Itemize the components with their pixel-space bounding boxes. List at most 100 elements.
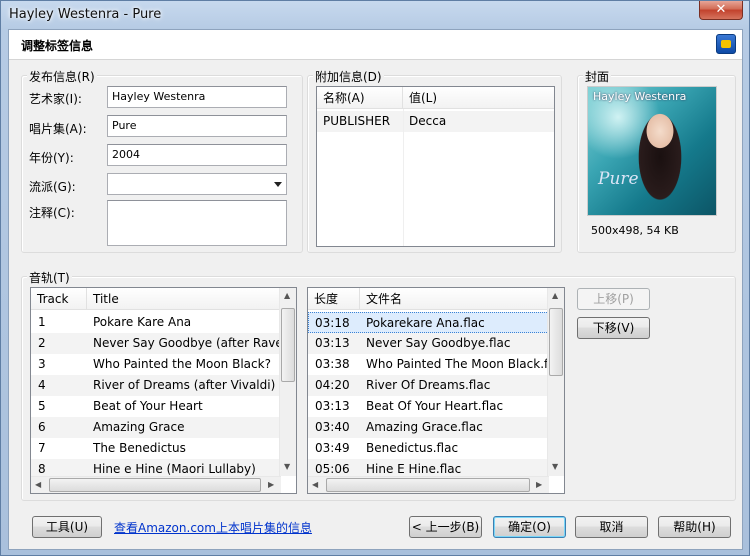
- extra-list-header: 名称(A) 值(L): [317, 87, 554, 109]
- dialog-client: 调整标签信息 发布信息(R) 艺术家(I): Hayley Westenra 唱…: [8, 29, 743, 550]
- app-icon: [716, 34, 736, 54]
- track-number: 6: [38, 420, 46, 434]
- file-row[interactable]: 03:40 Amazing Grace.flac: [308, 417, 549, 438]
- track-number: 2: [38, 336, 46, 350]
- extra-row-value: Decca: [409, 114, 447, 128]
- album-field[interactable]: Pure: [107, 115, 287, 137]
- move-down-button[interactable]: 下移(V): [577, 317, 650, 339]
- back-button[interactable]: < 上一步(B): [409, 516, 482, 538]
- move-up-button[interactable]: 上移(P): [577, 288, 650, 310]
- file-row[interactable]: 05:06 Hine E Hine.flac: [308, 459, 549, 476]
- file-name: Amazing Grace.flac: [366, 420, 483, 434]
- tools-button[interactable]: 工具(U): [32, 516, 102, 538]
- scroll-left-icon[interactable]: ◀: [312, 480, 318, 489]
- scroll-thumb[interactable]: [281, 308, 295, 382]
- genre-label: 流派(G):: [29, 180, 76, 194]
- scroll-thumb[interactable]: [326, 478, 530, 492]
- track-title: River of Dreams (after Vivaldi): [93, 378, 276, 392]
- scroll-thumb[interactable]: [549, 308, 563, 376]
- tracks-list[interactable]: Track Title 1 Pokare Kare Ana 2 Never Say …: [30, 287, 297, 494]
- column-header-filename[interactable]: 文件名: [360, 288, 549, 310]
- file-name: Beat Of Your Heart.flac: [366, 399, 504, 413]
- track-title: The Benedictus: [93, 441, 186, 455]
- scroll-up-icon[interactable]: ▲: [552, 291, 558, 300]
- dialog-window: Hayley Westenra - Pure ✕ 调整标签信息 发布信息(R) …: [0, 0, 750, 556]
- file-length: 03:13: [315, 399, 350, 413]
- cover-label: 封面: [583, 68, 612, 85]
- track-row[interactable]: 4 River of Dreams (after Vivaldi): [31, 375, 281, 396]
- extra-row[interactable]: PUBLISHER Decca: [317, 111, 554, 132]
- cancel-button[interactable]: 取消: [575, 516, 648, 538]
- file-length: 03:13: [315, 336, 350, 350]
- files-list-header: 长度 文件名: [308, 288, 549, 310]
- comment-field[interactable]: [107, 200, 287, 246]
- album-cover-image[interactable]: Hayley Westenra Pure: [587, 86, 717, 216]
- files-vertical-scrollbar[interactable]: ▲ ▼: [547, 288, 564, 476]
- column-divider: [403, 109, 404, 246]
- extra-info-list[interactable]: 名称(A) 值(L) PUBLISHER Decca: [316, 86, 555, 247]
- track-number: 5: [38, 399, 46, 413]
- track-row[interactable]: 3 Who Painted the Moon Black?: [31, 354, 281, 375]
- artist-field[interactable]: Hayley Westenra: [107, 86, 287, 108]
- cover-artist-text: Hayley Westenra: [593, 90, 687, 103]
- track-number: 3: [38, 357, 46, 371]
- tracks-horizontal-scrollbar[interactable]: ◀ ▶: [31, 476, 281, 493]
- scroll-thumb[interactable]: [49, 478, 261, 492]
- scroll-up-icon[interactable]: ▲: [284, 291, 290, 300]
- page-title: 调整标签信息: [21, 39, 94, 53]
- window-title: Hayley Westenra - Pure: [9, 7, 162, 22]
- title-bar[interactable]: Hayley Westenra - Pure ✕: [1, 1, 749, 29]
- track-row[interactable]: 6 Amazing Grace: [31, 417, 281, 438]
- file-name: Benedictus.flac: [366, 441, 459, 455]
- file-row[interactable]: 04:20 River Of Dreams.flac: [308, 375, 549, 396]
- files-list[interactable]: 长度 文件名 03:18 Pokarekare Ana.flac 03:13 Nev…: [307, 287, 565, 494]
- track-title: Never Say Goodbye (after Ravel: [93, 336, 281, 350]
- file-row[interactable]: 03:13 Beat Of Your Heart.flac: [308, 396, 549, 417]
- track-row[interactable]: 8 Hine e Hine (Maori Lullaby): [31, 459, 281, 476]
- file-length: 05:06: [315, 462, 350, 476]
- track-title: Beat of Your Heart: [93, 399, 203, 413]
- file-row[interactable]: 03:18 Pokarekare Ana.flac: [308, 312, 549, 333]
- scroll-right-icon[interactable]: ▶: [268, 480, 274, 489]
- ok-button[interactable]: 确定(O): [493, 516, 566, 538]
- track-row[interactable]: 2 Never Say Goodbye (after Ravel: [31, 333, 281, 354]
- file-name: Hine E Hine.flac: [366, 462, 462, 476]
- scroll-right-icon[interactable]: ▶: [536, 480, 542, 489]
- column-header-name[interactable]: 名称(A): [317, 87, 403, 109]
- column-header-track[interactable]: Track: [31, 288, 87, 310]
- file-name: River Of Dreams.flac: [366, 378, 491, 392]
- cover-info: 500x498, 54 KB: [591, 224, 679, 237]
- file-name: Pokarekare Ana.flac: [366, 316, 485, 330]
- extra-info-label: 附加信息(D): [313, 68, 384, 85]
- file-length: 03:40: [315, 420, 350, 434]
- year-field[interactable]: 2004: [107, 144, 287, 166]
- chevron-down-icon[interactable]: [274, 182, 282, 187]
- file-length: 03:38: [315, 357, 350, 371]
- tracks-vertical-scrollbar[interactable]: ▲ ▼: [279, 288, 296, 476]
- track-number: 8: [38, 462, 46, 476]
- column-header-length[interactable]: 长度: [308, 288, 360, 310]
- close-button[interactable]: ✕: [699, 1, 743, 20]
- amazon-info-link[interactable]: 查看Amazon.com上本唱片集的信息: [114, 519, 312, 536]
- publish-info-label: 发布信息(R): [27, 68, 97, 85]
- file-row[interactable]: 03:38 Who Painted The Moon Black.f: [308, 354, 549, 375]
- files-horizontal-scrollbar[interactable]: ◀ ▶: [308, 476, 549, 493]
- scroll-down-icon[interactable]: ▼: [284, 462, 290, 471]
- track-row[interactable]: 7 The Benedictus: [31, 438, 281, 459]
- column-header-title[interactable]: Title: [87, 288, 281, 310]
- header-band: 调整标签信息: [9, 30, 742, 60]
- help-button[interactable]: 帮助(H): [658, 516, 731, 538]
- file-row[interactable]: 03:13 Never Say Goodbye.flac: [308, 333, 549, 354]
- genre-select[interactable]: [107, 173, 287, 195]
- file-length: 03:18: [315, 316, 350, 330]
- scroll-left-icon[interactable]: ◀: [35, 480, 41, 489]
- file-row[interactable]: 03:49 Benedictus.flac: [308, 438, 549, 459]
- track-title: Amazing Grace: [93, 420, 185, 434]
- track-row[interactable]: 5 Beat of Your Heart: [31, 396, 281, 417]
- column-header-value[interactable]: 值(L): [403, 87, 554, 109]
- file-name: Never Say Goodbye.flac: [366, 336, 511, 350]
- artist-label: 艺术家(I):: [29, 92, 82, 106]
- track-title: Who Painted the Moon Black?: [93, 357, 271, 371]
- scroll-down-icon[interactable]: ▼: [552, 462, 558, 471]
- track-row[interactable]: 1 Pokare Kare Ana: [31, 312, 281, 333]
